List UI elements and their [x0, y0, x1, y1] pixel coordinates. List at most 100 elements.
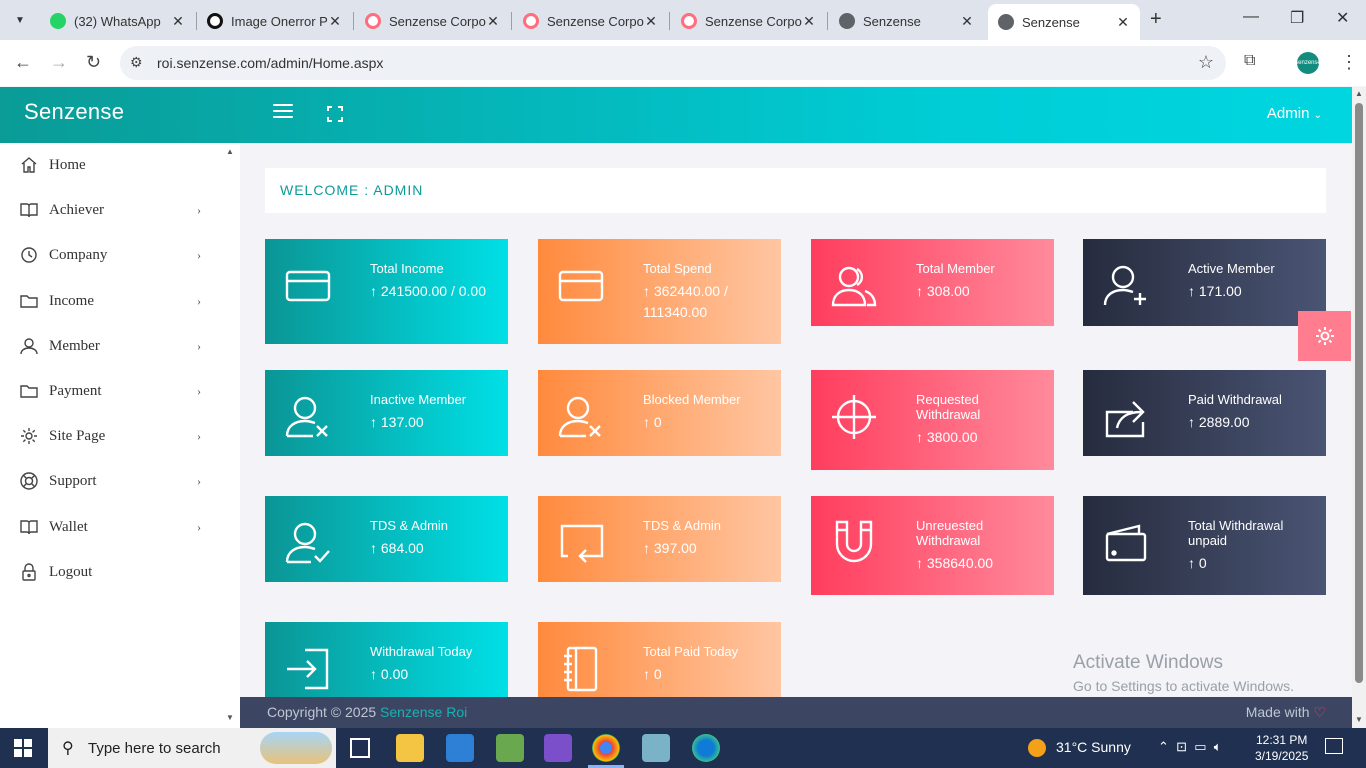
close-icon[interactable]: ✕ [1116, 14, 1130, 31]
app-icon[interactable] [642, 734, 670, 762]
scrollbar-thumb[interactable] [1355, 103, 1363, 683]
admin-user-menu[interactable]: Admin ⌄ [1267, 105, 1322, 122]
restore-button[interactable]: ❐ [1290, 8, 1304, 28]
chevron-right-icon: › [197, 519, 201, 534]
browser-tab[interactable]: Senzense Corpo ✕ [355, 6, 510, 36]
card-title: TDS & Admin [370, 518, 449, 533]
tab-search-button[interactable]: ▼ [8, 8, 32, 32]
edge-icon[interactable] [692, 734, 720, 762]
sidebar-item-payment[interactable]: Payment › [0, 371, 240, 411]
fullscreen-icon[interactable] [327, 106, 343, 122]
globe-icon [839, 13, 855, 29]
page-scrollbar[interactable]: ▲ ▼ [1352, 87, 1366, 728]
windows-start-icon[interactable] [14, 739, 32, 757]
credit-card-icon [558, 270, 604, 302]
system-tray[interactable]: ⌃ ⊡ ▭ 🔈︎ [1158, 739, 1222, 755]
scroll-down-arrow[interactable]: ▼ [226, 713, 234, 722]
folder-icon [20, 385, 38, 398]
stat-card-requested-withdrawal[interactable]: Requested Withdrawal ↑ 3800.00 [811, 370, 1054, 470]
stat-card-inactive-member[interactable]: Inactive Member ↑ 137.00 [265, 370, 508, 456]
stat-card-paid-withdrawal[interactable]: Paid Withdrawal ↑ 2889.00 [1083, 370, 1326, 456]
weather-sun-icon [1028, 739, 1046, 758]
chrome-icon[interactable] [592, 734, 620, 762]
store-icon[interactable] [446, 734, 474, 762]
card-value: ↑ 0 [643, 414, 662, 430]
credit-card-icon [285, 270, 331, 302]
scroll-down-arrow[interactable]: ▼ [1355, 715, 1363, 724]
stat-card-tds-admin[interactable]: TDS & Admin ↑ 684.00 [265, 496, 508, 582]
close-window-button[interactable]: ✕ [1336, 8, 1349, 28]
task-view-icon[interactable] [350, 738, 370, 758]
clock-time: 12:31 PM [1256, 733, 1308, 747]
browser-tab-active[interactable]: Senzense ✕ [988, 4, 1140, 40]
app-icon[interactable] [496, 734, 524, 762]
chatgpt-icon [207, 13, 223, 29]
back-button[interactable]: ← [14, 52, 32, 73]
weather-widget[interactable]: 31°C Sunny [1028, 739, 1131, 758]
url-field[interactable]: ⚙ roi.senzense.com/admin/Home.aspx ☆ [120, 46, 1226, 80]
close-icon[interactable]: ✕ [328, 13, 342, 30]
bookmark-star-icon[interactable]: ☆ [1198, 52, 1214, 73]
card-title: Total Paid Today [643, 644, 739, 659]
stat-card-total-withdrawal-unpaid[interactable]: Total Withdrawal unpaid ↑ 0 [1083, 496, 1326, 595]
card-title: Total Spend [643, 261, 712, 276]
sidebar-item-company[interactable]: Company › [0, 235, 240, 275]
gear-icon [21, 428, 37, 444]
hamburger-menu-icon[interactable] [273, 104, 293, 120]
close-icon[interactable]: ✕ [644, 13, 658, 30]
browser-tab[interactable]: Senzense Corpo ✕ [513, 6, 668, 36]
notification-icon[interactable] [1325, 738, 1343, 754]
sidebar-item-achiever[interactable]: Achiever › [0, 190, 240, 230]
sidebar-item-wallet[interactable]: Wallet › [0, 507, 240, 547]
search-placeholder: Type here to search [88, 740, 221, 757]
reload-button[interactable]: ↻ [86, 52, 101, 73]
settings-toggle-button[interactable] [1298, 311, 1351, 361]
footer-brand-link[interactable]: Senzense Roi [380, 704, 467, 720]
browser-tab[interactable]: Senzense ✕ [829, 6, 984, 36]
user-check-icon [285, 522, 330, 564]
sidebar-item-label: Income [49, 292, 94, 309]
visual-studio-icon[interactable] [544, 734, 572, 762]
admin-label: Admin [1266, 105, 1310, 122]
stat-card-total-paid-today[interactable]: Total Paid Today ↑ 0 [538, 622, 781, 697]
file-explorer-icon[interactable] [396, 734, 424, 762]
url-text: roi.senzense.com/admin/Home.aspx [157, 55, 384, 71]
browser-tab[interactable]: Senzense Corpo ✕ [671, 6, 826, 36]
forward-button[interactable]: → [50, 52, 68, 73]
whatsapp-icon [50, 13, 66, 29]
brand-logo[interactable]: Senzense [24, 99, 124, 125]
browser-tab[interactable]: (32) WhatsApp ✕ [40, 6, 195, 36]
close-icon[interactable]: ✕ [802, 13, 816, 30]
card-value: ↑ 0.00 [370, 666, 409, 682]
browser-menu-icon[interactable]: ⋮ [1340, 52, 1358, 73]
sidebar-item-logout[interactable]: Logout [0, 552, 240, 592]
close-icon[interactable]: ✕ [486, 13, 500, 30]
stat-card-withdrawal-today[interactable]: Withdrawal Today ↑ 0.00 [265, 622, 508, 697]
user-x-icon [558, 396, 601, 438]
new-tab-button[interactable]: + [1150, 8, 1162, 31]
taskbar-search-box[interactable]: ⚲ Type here to search [48, 728, 336, 768]
close-icon[interactable]: ✕ [960, 13, 974, 30]
stat-card-total-income[interactable]: Total Income ↑ 241500.00 / 0.00 [265, 239, 508, 344]
sidebar-item-member[interactable]: Member › [0, 326, 240, 366]
taskbar-clock[interactable]: 12:31 PM 3/19/2025 [1255, 732, 1308, 764]
minimize-button[interactable]: — [1243, 8, 1259, 26]
tab-title: Senzense Corpo [547, 13, 644, 29]
sidebar-item-support[interactable]: Support › [0, 461, 240, 501]
sidebar-item-home[interactable]: Home [0, 145, 240, 185]
profile-avatar[interactable]: senzense [1295, 52, 1321, 74]
senzense-icon [523, 13, 539, 29]
stat-card-active-member[interactable]: Active Member ↑ 171.00 [1083, 239, 1326, 326]
stat-card-blocked-member[interactable]: Blocked Member ↑ 0 [538, 370, 781, 456]
browser-tab[interactable]: Image Onerror P ✕ [197, 6, 352, 36]
stat-card-total-spend[interactable]: Total Spend ↑ 362440.00 / 111340.00 [538, 239, 781, 344]
sidebar-item-site-page[interactable]: Site Page › [0, 416, 240, 456]
scroll-up-arrow[interactable]: ▲ [1355, 89, 1363, 98]
stat-card-total-member[interactable]: Total Member ↑ 308.00 [811, 239, 1054, 326]
site-info-icon[interactable]: ⚙ [130, 54, 143, 71]
stat-card-unrequested-withdrawal[interactable]: Unreuested Withdrawal ↑ 358640.00 [811, 496, 1054, 595]
stat-card-tds-admin-2[interactable]: TDS & Admin ↑ 397.00 [538, 496, 781, 582]
close-icon[interactable]: ✕ [171, 13, 185, 30]
extensions-icon[interactable]: ⧉ [1244, 52, 1255, 70]
sidebar-item-income[interactable]: Income › [0, 281, 240, 321]
